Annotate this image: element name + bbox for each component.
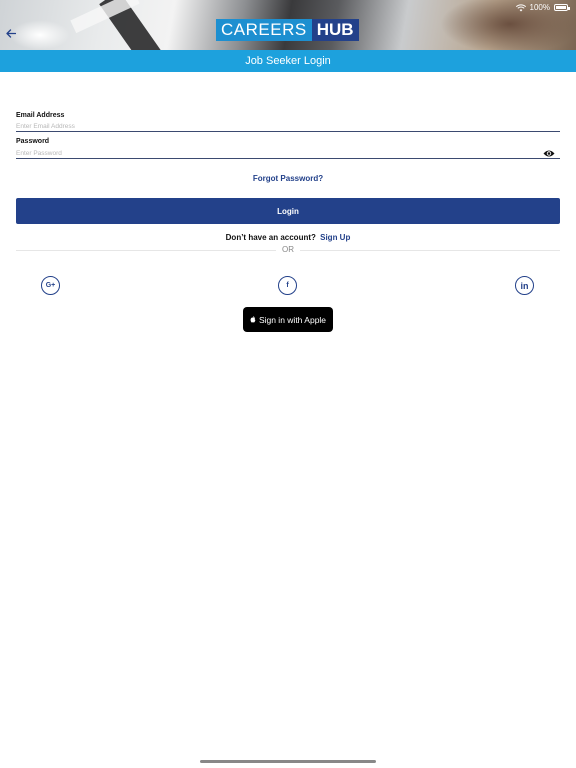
arrow-left-icon — [6, 28, 16, 38]
email-label: Email Address — [16, 112, 65, 119]
show-password-eye-icon[interactable] — [543, 149, 555, 158]
logo-careers-text: CAREERS — [216, 19, 312, 41]
google-login-button[interactable]: G+ — [41, 276, 60, 295]
signup-row: Don’t have an account? Sign Up — [0, 233, 576, 242]
sign-in-with-apple-button[interactable]: Sign in with Apple — [243, 307, 333, 332]
back-button[interactable] — [3, 26, 19, 40]
signup-link[interactable]: Sign Up — [320, 233, 350, 242]
facebook-icon: f — [286, 282, 289, 289]
linkedin-icon: in — [520, 280, 529, 291]
page-title: Job Seeker Login — [245, 55, 331, 67]
battery-percent: 100% — [529, 3, 550, 12]
or-separator: OR — [276, 245, 300, 254]
wifi-icon — [515, 3, 526, 11]
status-bar: 100% — [515, 3, 570, 12]
apple-button-label: Sign in with Apple — [258, 314, 327, 325]
battery-icon — [554, 4, 570, 11]
login-button[interactable]: Login — [16, 198, 560, 224]
password-label: Password — [16, 138, 50, 145]
careers-hub-logo: CAREERS HUB — [216, 19, 359, 41]
google-plus-icon: G+ — [45, 282, 56, 289]
page-title-bar: Job Seeker Login — [0, 50, 576, 72]
apple-icon — [250, 316, 256, 323]
logo-hub-text: HUB — [311, 19, 359, 41]
signup-prompt: Don’t have an account? — [225, 233, 316, 242]
linkedin-login-button[interactable]: in — [515, 276, 534, 295]
password-field[interactable] — [16, 149, 560, 159]
home-indicator[interactable] — [200, 760, 376, 763]
facebook-login-button[interactable]: f — [278, 276, 297, 295]
header-banner: 100% CAREERS HUB — [0, 0, 576, 50]
email-field[interactable] — [16, 122, 560, 132]
forgot-password-link[interactable]: Forgot Password? — [0, 174, 576, 183]
